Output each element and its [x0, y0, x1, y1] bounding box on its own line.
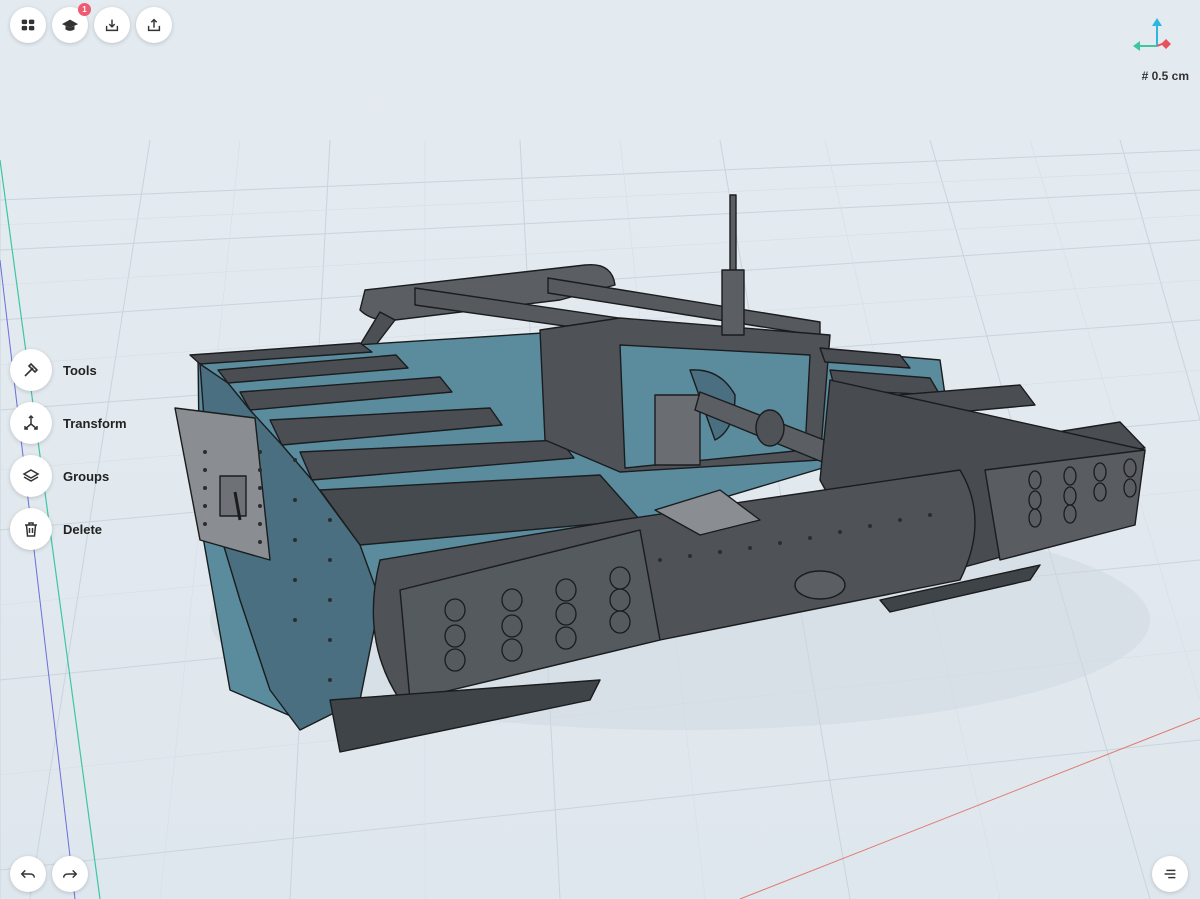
groups-menu-item[interactable]: Groups: [10, 455, 109, 497]
learn-button[interactable]: 1: [52, 3, 91, 43]
menu-button[interactable]: [10, 7, 46, 43]
transform-label: Transform: [63, 415, 127, 431]
redo-icon: [62, 869, 78, 879]
transform-icon: [24, 414, 38, 430]
list-icon: [1164, 869, 1176, 879]
import-button[interactable]: [94, 7, 130, 43]
trash-icon: [25, 522, 37, 537]
tools-label: Tools: [63, 362, 97, 378]
side-hatch: [219, 475, 247, 517]
export-button[interactable]: [136, 7, 172, 43]
hammer-icon: [24, 362, 39, 377]
graduation-cap-icon: [61, 19, 79, 31]
3d-viewport[interactable]: [0, 0, 1200, 899]
undo-button[interactable]: [10, 856, 46, 892]
redo-button[interactable]: [52, 856, 88, 892]
export-icon: [147, 18, 161, 32]
tools-menu-item[interactable]: Tools: [10, 349, 97, 391]
undo-icon: [20, 869, 36, 879]
delete-label: Delete: [63, 521, 103, 537]
grid-icon: [21, 19, 35, 31]
import-icon: [105, 19, 119, 32]
transform-menu-item[interactable]: Transform: [10, 402, 127, 444]
delete-menu-item[interactable]: Delete: [10, 508, 102, 550]
grid-size-label[interactable]: # 0.5 cm: [1142, 69, 1189, 83]
groups-label: Groups: [63, 468, 110, 484]
layers-icon: [22, 469, 40, 482]
object-list-button[interactable]: [1152, 856, 1188, 892]
notification-badge: 1: [78, 3, 91, 16]
